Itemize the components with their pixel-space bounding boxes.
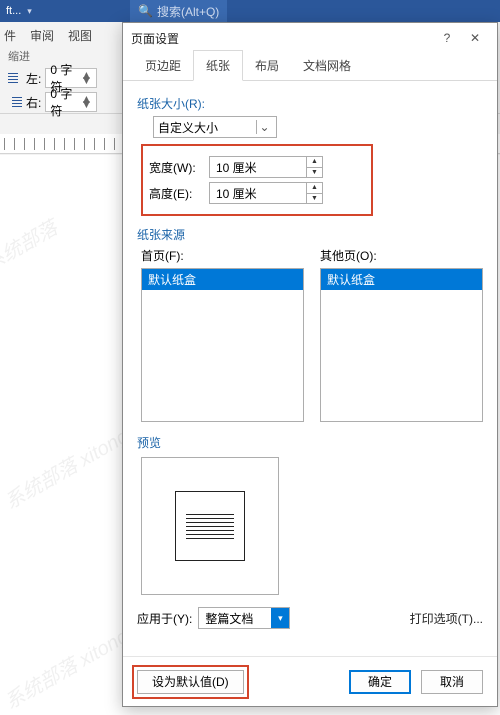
dialog-tabs: 页边距 纸张 布局 文档网格 xyxy=(123,53,497,81)
paper-size-value: 自定义大小 xyxy=(158,119,218,136)
ok-button[interactable]: 确定 xyxy=(349,670,411,694)
tab-margins[interactable]: 页边距 xyxy=(133,51,193,80)
indent-right-icon xyxy=(8,95,22,109)
chevron-down-icon: ⌄ xyxy=(256,120,272,134)
preview-box xyxy=(141,457,279,595)
help-button[interactable]: ? xyxy=(433,27,461,49)
other-pages-listbox[interactable]: 默认纸盒 xyxy=(320,268,483,422)
app-title: ft... xyxy=(6,5,21,17)
paper-size-label: 纸张大小(R): xyxy=(137,95,483,112)
dialog-title: 页面设置 xyxy=(131,30,433,47)
dialog-footer: 设为默认值(D) 确定 取消 xyxy=(123,656,497,706)
first-page-label: 首页(F): xyxy=(141,247,304,264)
preview-label: 预览 xyxy=(137,434,483,451)
width-row: 宽度(W): ▲▼ xyxy=(149,156,365,178)
word-titlebar: ft... ▾ xyxy=(0,0,500,22)
tab-grid[interactable]: 文档网格 xyxy=(291,51,363,80)
list-item[interactable]: 默认纸盒 xyxy=(321,269,482,290)
chevron-down-icon: ▾ xyxy=(271,608,289,628)
cancel-button[interactable]: 取消 xyxy=(421,670,483,694)
dialog-body: 纸张大小(R): 自定义大小 ⌄ 宽度(W): ▲▼ 高度(E): ▲▼ xyxy=(123,81,497,656)
close-button[interactable]: ✕ xyxy=(461,27,489,49)
preview-page-icon xyxy=(175,491,245,561)
dialog-titlebar: 页面设置 ? ✕ xyxy=(123,23,497,53)
indent-right-label: 右: xyxy=(26,94,41,111)
indent-left-label: 左: xyxy=(26,70,41,87)
apply-to-row: 应用于(Y): 整篇文档 ▾ 打印选项(T)... xyxy=(137,607,483,629)
ribbon-tab[interactable]: 视图 xyxy=(68,27,92,44)
spinner-icon[interactable]: ▲▼ xyxy=(80,73,92,83)
height-input[interactable]: ▲▼ xyxy=(209,182,323,204)
search-box[interactable]: 🔍 搜索(Alt+Q) xyxy=(130,0,227,22)
width-input[interactable]: ▲▼ xyxy=(209,156,323,178)
paper-size-combo[interactable]: 自定义大小 ⌄ xyxy=(153,116,483,138)
spinner-icon[interactable]: ▲▼ xyxy=(80,97,92,107)
other-pages-source: 其他页(O): 默认纸盒 xyxy=(320,247,483,422)
chevron-down-icon[interactable]: ▾ xyxy=(27,6,32,17)
apply-to-combo[interactable]: 整篇文档 ▾ xyxy=(198,607,290,629)
indent-right-input[interactable]: 0 字符 ▲▼ xyxy=(45,92,97,112)
paper-dimensions-highlight: 宽度(W): ▲▼ 高度(E): ▲▼ xyxy=(141,144,373,216)
page-setup-dialog: 页面设置 ? ✕ 页边距 纸张 布局 文档网格 纸张大小(R): 自定义大小 ⌄… xyxy=(122,22,498,707)
tab-paper[interactable]: 纸张 xyxy=(193,50,243,81)
indent-left-icon xyxy=(8,71,22,85)
ribbon-tab[interactable]: 审阅 xyxy=(30,27,54,44)
height-row: 高度(E): ▲▼ xyxy=(149,182,365,204)
apply-to-label: 应用于(Y): xyxy=(137,610,192,627)
first-page-source: 首页(F): 默认纸盒 xyxy=(141,247,304,422)
first-page-listbox[interactable]: 默认纸盒 xyxy=(141,268,304,422)
search-placeholder: 搜索(Alt+Q) xyxy=(157,3,219,20)
paper-source-label: 纸张来源 xyxy=(137,226,483,243)
spinner-buttons[interactable]: ▲▼ xyxy=(306,157,322,177)
apply-to-value: 整篇文档 xyxy=(205,610,253,627)
paper-source-columns: 首页(F): 默认纸盒 其他页(O): 默认纸盒 xyxy=(141,247,483,422)
search-icon: 🔍 xyxy=(138,4,153,18)
list-item[interactable]: 默认纸盒 xyxy=(142,269,303,290)
other-pages-label: 其他页(O): xyxy=(320,247,483,264)
spinner-buttons[interactable]: ▲▼ xyxy=(306,183,322,203)
width-label: 宽度(W): xyxy=(149,159,203,176)
height-field[interactable] xyxy=(210,183,306,203)
width-field[interactable] xyxy=(210,157,306,177)
set-default-button[interactable]: 设为默认值(D) xyxy=(137,670,244,694)
height-label: 高度(E): xyxy=(149,185,203,202)
print-options-link[interactable]: 打印选项(T)... xyxy=(410,610,483,627)
tab-layout[interactable]: 布局 xyxy=(243,51,291,80)
ribbon-tab[interactable]: 件 xyxy=(4,27,16,44)
